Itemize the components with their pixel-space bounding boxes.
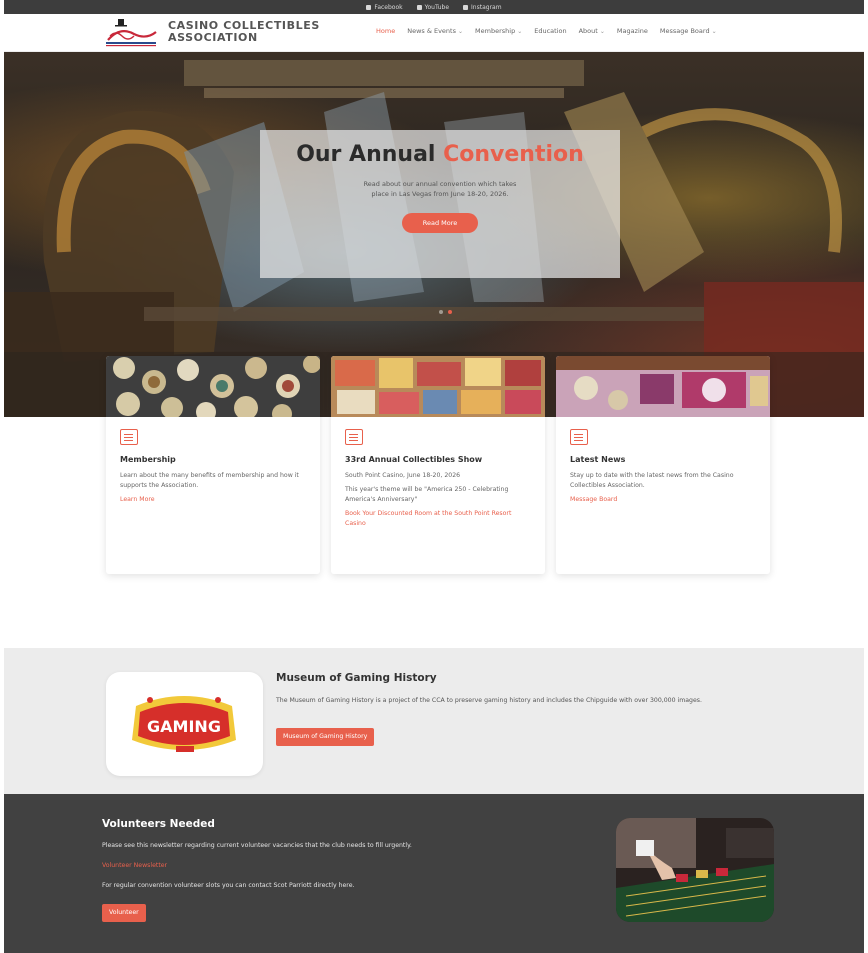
nav-message-board[interactable]: Message Board ⌄ — [660, 27, 717, 35]
nav-message-board-label: Message Board — [659, 27, 710, 35]
facebook-icon — [366, 4, 372, 10]
slider-dot-1[interactable] — [439, 310, 443, 314]
hero-title-accent: Convention — [443, 142, 584, 167]
card-membership-text: Learn about the many benefits of members… — [120, 472, 299, 489]
nav-news-events-label: News & Events — [407, 27, 456, 35]
hero-caption-box: Our Annual Convention Read about our ann… — [260, 130, 620, 278]
card-latest-news-image — [556, 356, 770, 417]
document-icon — [570, 429, 588, 445]
nav-membership-label: Membership — [475, 27, 516, 35]
youtube-icon — [416, 4, 422, 10]
museum-logo-text: GAMING — [147, 717, 221, 736]
card-latest-news-body: Latest News Stay up to date with the lat… — [556, 417, 770, 517]
volunteer-button[interactable]: Volunteer — [102, 904, 146, 922]
nav-about-label: About — [578, 27, 598, 35]
card-membership-body: Membership Learn about the many benefits… — [106, 417, 320, 517]
document-icon — [345, 429, 363, 445]
slider-dots — [439, 310, 452, 314]
social-instagram[interactable]: Instagram — [463, 4, 502, 11]
hero-text: Read about our annual convention which t… — [363, 180, 517, 198]
social-facebook-label: Facebook — [374, 3, 403, 11]
museum-logo-card[interactable]: GAMING — [106, 672, 263, 776]
chevron-down-icon: ⌄ — [599, 27, 605, 35]
hero-title: Our Annual Convention — [260, 142, 620, 167]
volunteers-title: Volunteers Needed — [102, 818, 215, 830]
brand-line-2: ASSOCIATION — [168, 31, 258, 44]
nav-magazine[interactable]: Magazine — [617, 27, 648, 35]
nav-home[interactable]: Home — [376, 27, 395, 35]
card-collectibles-show-image — [331, 356, 545, 417]
chevron-down-icon: ⌄ — [711, 27, 717, 35]
document-icon — [120, 429, 138, 445]
social-youtube[interactable]: YouTube — [416, 3, 450, 11]
card-latest-news-text: Stay up to date with the latest news fro… — [570, 472, 734, 489]
nav-education[interactable]: Education — [534, 27, 566, 35]
main-nav: Home News & Events ⌄ Membership ⌄ Educatio… — [376, 27, 717, 35]
site-header: CASINO COLLECTIBLES ASSOCIATION Home New… — [4, 14, 864, 52]
social-bar: Facebook YouTube Instagram — [4, 0, 864, 14]
card-collectibles-show-theme: This year's theme will be "America 250 -… — [345, 486, 509, 503]
logo-underline-red — [106, 45, 156, 47]
logo-hat-icon — [118, 19, 124, 25]
volunteers-image — [616, 818, 774, 922]
nav-news-events[interactable]: News & Events ⌄ — [407, 27, 463, 35]
museum-section: GAMING Museum of Gaming History The Muse… — [4, 648, 864, 794]
card-membership-link[interactable]: Learn More — [120, 495, 306, 505]
museum-text: The Museum of Gaming History is a projec… — [276, 697, 702, 704]
slider-dot-2[interactable] — [448, 310, 452, 314]
collectibles-board-image — [556, 356, 770, 417]
page: Facebook YouTube Instagram CASINO COLLEC… — [4, 0, 864, 953]
social-facebook[interactable]: Facebook — [366, 3, 403, 11]
volunteers-contact-text: For regular convention volunteer slots y… — [102, 882, 355, 889]
card-membership: Membership Learn about the many benefits… — [106, 356, 320, 574]
volunteers-section: Volunteers Needed Please see this newsle… — [4, 794, 864, 953]
instagram-icon — [463, 4, 469, 10]
chevron-down-icon: ⌄ — [517, 27, 523, 35]
casino-chips-image — [106, 356, 320, 417]
social-instagram-label: Instagram — [471, 3, 502, 11]
nav-education-label: Education — [534, 27, 567, 35]
site-logo[interactable] — [104, 18, 160, 48]
card-collectibles-show-body: 33rd Annual Collectibles Show South Poin… — [331, 417, 545, 541]
card-collectibles-show-title: 33rd Annual Collectibles Show — [345, 455, 483, 464]
social-youtube-label: YouTube — [424, 3, 450, 11]
nav-about[interactable]: About ⌄ — [579, 27, 605, 35]
hero-title-main: Our Annual — [296, 142, 444, 167]
museum-title: Museum of Gaming History — [276, 672, 437, 684]
card-collectibles-show: 33rd Annual Collectibles Show South Poin… — [331, 356, 545, 574]
logo-underline — [106, 42, 156, 44]
nav-magazine-label: Magazine — [616, 27, 648, 35]
collectibles-display-image — [331, 356, 545, 417]
card-collectibles-show-location: South Point Casino, June 18-20, 2026 — [345, 472, 461, 479]
museum-button[interactable]: Museum of Gaming History — [276, 728, 375, 746]
chevron-down-icon: ⌄ — [457, 27, 464, 35]
volunteer-newsletter-link[interactable]: Volunteer Newsletter — [102, 862, 167, 869]
card-collectibles-show-booking-link[interactable]: Book Your Discounted Room at the South P… — [345, 509, 531, 529]
card-latest-news: Latest News Stay up to date with the lat… — [556, 356, 770, 574]
logo-hat-brim — [115, 25, 127, 27]
volunteers-text: Please see this newsletter regarding cur… — [102, 842, 412, 849]
card-membership-title: Membership — [120, 455, 176, 464]
museum-logo-image: GAMING — [132, 696, 236, 752]
card-latest-news-title: Latest News — [570, 455, 626, 464]
feature-cards: Membership Learn about the many benefits… — [106, 356, 772, 574]
hero-read-more-button[interactable]: Read More — [402, 213, 478, 233]
nav-home-label: Home — [376, 27, 396, 35]
nav-membership[interactable]: Membership ⌄ — [475, 27, 522, 35]
card-latest-news-link[interactable]: Message Board — [570, 495, 756, 505]
roulette-table-image — [616, 818, 774, 922]
brand-name[interactable]: CASINO COLLECTIBLES ASSOCIATION — [168, 20, 320, 44]
card-membership-image — [106, 356, 320, 417]
